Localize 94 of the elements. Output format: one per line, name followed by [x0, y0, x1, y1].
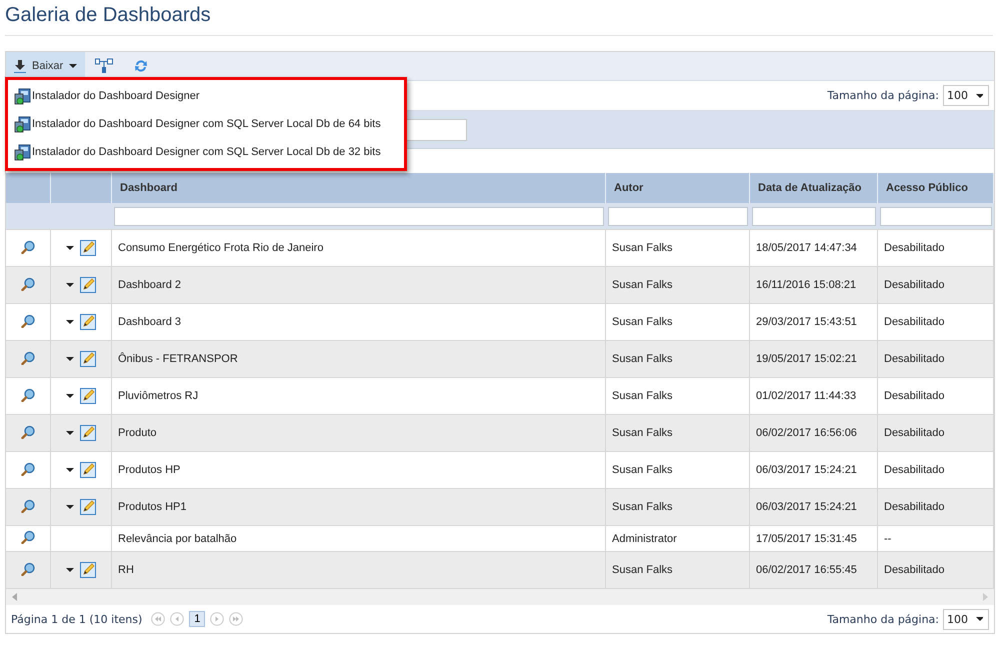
table-cell: 19/05/2017 15:02:21: [756, 353, 857, 365]
installer-icon: [14, 116, 31, 132]
installer-icon: [14, 88, 31, 104]
table-cell: Susan Falks: [612, 464, 673, 476]
table-cell: 06/02/2017 16:55:45: [756, 564, 857, 576]
table-cell: Desabilitado: [884, 501, 945, 513]
table-cell: Desabilitado: [884, 279, 945, 291]
table-cell: 18/05/2017 14:47:34: [756, 242, 857, 254]
installer-icon: [14, 144, 31, 160]
search-icon[interactable]: [21, 350, 35, 364]
caret-icon[interactable]: [66, 468, 74, 472]
caret-icon: [976, 94, 983, 98]
table-cell: Dashboard 3: [118, 316, 181, 328]
table-cell: Produtos HP: [118, 464, 180, 476]
table-cell: 06/03/2017 15:24:21: [756, 501, 857, 513]
table-cell: Pluviômetros RJ: [118, 390, 198, 402]
table-cell: Administrator: [612, 532, 677, 544]
caret-icon[interactable]: [66, 246, 74, 250]
table-cell: Susan Falks: [612, 316, 673, 328]
caret-icon[interactable]: [66, 320, 74, 324]
menu-item[interactable]: Instalador do Dashboard Designer com SQL Server Local Db de 32 bits: [8, 138, 404, 166]
refresh-icon[interactable]: [133, 58, 150, 74]
filter-field[interactable]: [114, 206, 604, 226]
table-cell: 16/11/2016 15:08:21: [756, 279, 856, 291]
caret-icon[interactable]: [66, 283, 74, 287]
table-cell: 06/03/2017 15:24:21: [756, 464, 857, 476]
filter-field[interactable]: [608, 206, 748, 226]
edit-icon[interactable]: [80, 388, 96, 404]
table-cell: Dashboard 2: [118, 279, 181, 291]
pager-summary: Página 1 de 1 (10 itens): [11, 612, 142, 626]
table-cell: Susan Falks: [612, 427, 673, 439]
table-cell: 01/02/2017 11:44:33: [756, 390, 856, 402]
table-cell: Desabilitado: [884, 564, 945, 576]
caret-icon: [69, 64, 78, 68]
search-icon[interactable]: [21, 314, 35, 328]
search-icon[interactable]: [21, 424, 35, 438]
edit-icon[interactable]: [80, 314, 96, 330]
column-header[interactable]: Data de Atualização: [750, 173, 878, 203]
caret-icon[interactable]: [66, 431, 74, 435]
table-cell: Susan Falks: [612, 279, 673, 291]
edit-icon[interactable]: [80, 499, 96, 515]
edit-icon[interactable]: [80, 562, 96, 578]
search-icon[interactable]: [21, 498, 35, 512]
table-cell: Relevância por batalhão: [118, 532, 237, 544]
table-cell: Susan Falks: [612, 353, 673, 365]
table-cell: Desabilitado: [884, 242, 945, 254]
caret-icon[interactable]: [66, 568, 74, 572]
caret-icon[interactable]: [66, 394, 74, 398]
page-size-select[interactable]: 100: [943, 608, 989, 630]
page-number[interactable]: 1: [189, 611, 206, 627]
page-size-select[interactable]: 100: [943, 85, 989, 106]
filter-field[interactable]: [752, 206, 876, 226]
column-header[interactable]: Acesso Público: [878, 173, 994, 203]
search-icon[interactable]: [21, 276, 35, 290]
table-cell: Produto: [118, 427, 157, 439]
table-cell: Desabilitado: [884, 390, 945, 402]
table-cell: Desabilitado: [884, 316, 945, 328]
menu-item[interactable]: Instalador do Dashboard Designer: [8, 82, 404, 110]
search-icon[interactable]: [21, 562, 35, 576]
table-cell: --: [884, 532, 892, 544]
page-title: Galeria de Dashboards: [5, 0, 993, 36]
table-cell: Desabilitado: [884, 353, 945, 365]
caret-icon[interactable]: [66, 357, 74, 361]
table-cell: Desabilitado: [884, 464, 945, 476]
table-cell: Susan Falks: [612, 501, 673, 513]
edit-icon[interactable]: [80, 462, 96, 478]
table-cell: Susan Falks: [612, 242, 673, 254]
edit-icon[interactable]: [80, 277, 96, 293]
page-size-label: Tamanho da página:: [827, 612, 939, 626]
column-header[interactable]: Autor: [606, 173, 750, 203]
download-icon: [14, 60, 26, 72]
column-header[interactable]: Dashboard: [112, 173, 606, 203]
table-cell: Desabilitado: [884, 427, 945, 439]
table-cell: Susan Falks: [612, 564, 673, 576]
page-size-label: Tamanho da página:: [827, 89, 939, 102]
table-cell: Produtos HP1: [118, 501, 186, 513]
table-cell: 29/03/2017 15:43:51: [756, 316, 857, 328]
table-cell: Susan Falks: [612, 390, 673, 402]
edit-icon[interactable]: [80, 425, 96, 441]
table-cell: Ônibus - FETRANSPOR: [118, 353, 238, 365]
search-icon[interactable]: [21, 240, 35, 254]
edit-icon[interactable]: [80, 240, 96, 256]
table-cell: 17/05/2017 15:31:45: [756, 532, 857, 544]
filter-field[interactable]: [880, 206, 992, 226]
caret-icon: [976, 617, 983, 621]
search-icon[interactable]: [21, 462, 35, 476]
search-icon[interactable]: [21, 388, 35, 402]
table-cell: RH: [118, 564, 134, 576]
caret-icon[interactable]: [66, 505, 74, 509]
hierarchy-icon[interactable]: [95, 58, 114, 74]
table-cell: 06/02/2017 16:56:06: [756, 427, 857, 439]
edit-icon[interactable]: [80, 351, 96, 367]
table-cell: Consumo Energético Frota Rio de Janeiro: [118, 242, 324, 254]
search-icon[interactable]: [21, 530, 35, 544]
